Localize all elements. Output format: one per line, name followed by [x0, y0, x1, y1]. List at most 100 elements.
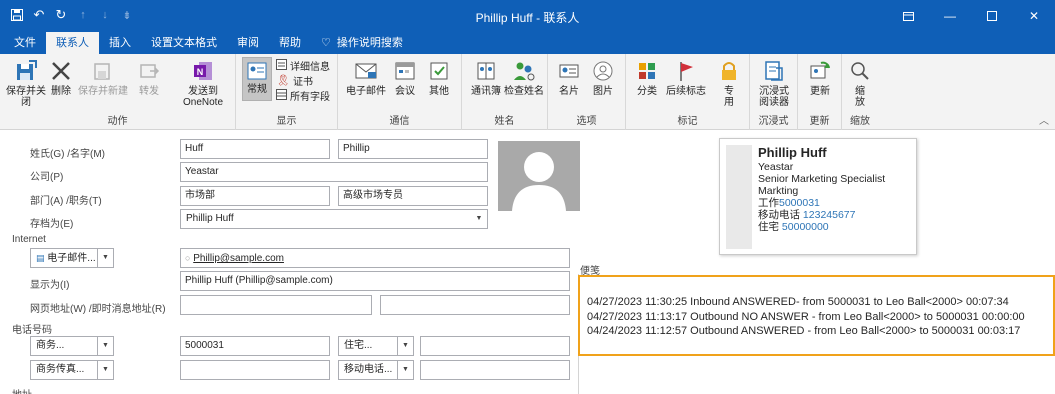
- immersive-reader-button[interactable]: 沉浸式阅读器: [754, 58, 794, 108]
- address-section-label: 地址: [12, 386, 32, 394]
- meeting-icon: [391, 58, 419, 84]
- more-icon: [425, 58, 453, 84]
- phone4-field[interactable]: [420, 360, 570, 380]
- window-controls: — ✕: [887, 0, 1055, 32]
- onenote-icon: N: [189, 58, 217, 84]
- email-field[interactable]: ○ Phillip@sample.com: [180, 248, 570, 268]
- tell-me-search[interactable]: ♡ 操作说明搜索: [311, 33, 413, 54]
- update-icon: [806, 58, 834, 84]
- phone4-type-value: 移动电话...: [344, 364, 393, 375]
- file-as-dropdown[interactable]: Phillip Huff ▼: [180, 209, 488, 229]
- general-icon: [243, 60, 271, 82]
- tab-help[interactable]: 帮助: [269, 33, 311, 54]
- group-label-immersive: 沉浸式: [758, 116, 789, 127]
- group-label-tags: 标记: [677, 116, 698, 127]
- send-to-onenote-button[interactable]: N 发送到 OneNote: [178, 58, 228, 108]
- chevron-down-icon: ▼: [397, 361, 413, 379]
- check-names-icon: [510, 58, 538, 84]
- update-button[interactable]: 更新: [804, 58, 836, 97]
- close-icon[interactable]: ✕: [1013, 0, 1055, 32]
- file-as-label: 存档为(E): [30, 219, 74, 230]
- certificates-button[interactable]: 🎗 证书: [276, 73, 313, 88]
- first-name-field[interactable]: Phillip: [338, 139, 488, 159]
- phone4-type-dropdown[interactable]: 移动电话... ▼: [338, 360, 414, 380]
- details-label: 详细信息: [290, 62, 330, 73]
- group-label-update: 更新: [809, 116, 830, 127]
- meeting-button[interactable]: 会议: [390, 58, 420, 97]
- minimize-icon[interactable]: —: [929, 0, 971, 32]
- maximize-icon[interactable]: [971, 0, 1013, 32]
- tab-insert[interactable]: 插入: [99, 33, 141, 54]
- internet-section-label: Internet: [12, 234, 46, 245]
- phone2-type-dropdown[interactable]: 住宅... ▼: [338, 336, 414, 356]
- more-button[interactable]: 其他: [424, 58, 454, 97]
- card-mobile-value: 123245677: [802, 209, 856, 221]
- picture-button[interactable]: 图片: [588, 58, 618, 97]
- email-type-dropdown[interactable]: ▤ 电子邮件... ▼: [30, 248, 114, 268]
- web-page-field[interactable]: [180, 295, 372, 315]
- phone2-field[interactable]: [420, 336, 570, 356]
- group-label-zoom: 缩放: [850, 116, 870, 127]
- name-label: 姓氏(G) /名字(M): [30, 149, 105, 160]
- details-button[interactable]: 详细信息: [276, 58, 330, 73]
- address-book-button[interactable]: 通讯簿: [468, 58, 504, 97]
- immersive-reader-label: 沉浸式阅读器: [759, 86, 789, 108]
- ribbon-tabs: 文件 联系人 插入 设置文本格式 审阅 帮助 ♡ 操作说明搜索: [0, 32, 1055, 54]
- general-label: 常规: [247, 84, 267, 95]
- address-book-icon: [472, 58, 500, 84]
- email-button[interactable]: 电子邮件: [344, 58, 388, 97]
- categorize-label: 分类: [637, 86, 657, 97]
- categorize-icon: [633, 58, 661, 84]
- notes-textbox[interactable]: 04/27/2023 11:30:25 Inbound ANSWERED- fr…: [578, 275, 1055, 356]
- display-as-field[interactable]: Phillip Huff (Phillip@sample.com): [180, 271, 570, 291]
- tab-format-text[interactable]: 设置文本格式: [141, 33, 227, 54]
- chevron-down-icon: ▼: [97, 361, 113, 379]
- certificates-label: 证书: [292, 77, 313, 88]
- save-new-button[interactable]: 保存并新建: [78, 58, 128, 97]
- im-address-field[interactable]: [380, 295, 570, 315]
- delete-button[interactable]: 删除: [48, 58, 74, 97]
- group-names: 通讯簿 检查姓名 姓名: [462, 54, 548, 130]
- ribbon-display-icon[interactable]: [887, 0, 929, 32]
- private-label: 专用: [724, 86, 734, 108]
- all-fields-button[interactable]: 所有字段: [276, 88, 330, 103]
- all-fields-label: 所有字段: [290, 92, 330, 103]
- phone1-type-value: 商务...: [36, 340, 65, 351]
- phone1-type-dropdown[interactable]: 商务... ▼: [30, 336, 114, 356]
- forward-button[interactable]: 转发: [134, 58, 164, 97]
- delete-label: 删除: [51, 86, 71, 97]
- collapse-ribbon-icon[interactable]: ︿: [1039, 112, 1049, 127]
- phone3-field[interactable]: [180, 360, 330, 380]
- follow-up-button[interactable]: 后续标志: [664, 58, 708, 97]
- tab-review[interactable]: 审阅: [227, 33, 269, 54]
- company-field[interactable]: Yeastar: [180, 162, 488, 182]
- card-mobile-label: 移动电话: [758, 209, 800, 221]
- tab-contact[interactable]: 联系人: [46, 32, 99, 54]
- zoom-button[interactable]: 缩放: [846, 58, 874, 108]
- card-home-phone: 住宅 50000000: [758, 221, 885, 233]
- card-home-label: 住宅: [758, 221, 779, 233]
- contact-photo[interactable]: [498, 141, 580, 211]
- check-names-button[interactable]: 检查姓名: [502, 58, 546, 97]
- private-button[interactable]: 专用: [714, 58, 744, 108]
- categorize-button[interactable]: 分类: [634, 58, 660, 97]
- onenote-label-1: 发送到: [188, 86, 218, 97]
- business-card-button[interactable]: 名片: [554, 58, 584, 97]
- group-label-show: 显示: [276, 116, 297, 127]
- card-work-phone: 工作5000031: [758, 197, 885, 209]
- group-tags: 分类 后续标志 专用 标记: [626, 54, 750, 130]
- general-button[interactable]: 常规: [242, 57, 272, 101]
- phone-section-label: 电话号码: [12, 325, 52, 336]
- card-department: Markting: [758, 185, 799, 197]
- business-card-preview[interactable]: Phillip Huff Yeastar Senior Marketing Sp…: [719, 138, 917, 255]
- tab-file[interactable]: 文件: [4, 33, 46, 54]
- phone3-type-dropdown[interactable]: 商务传真... ▼: [30, 360, 114, 380]
- last-name-field[interactable]: Huff: [180, 139, 330, 159]
- job-title-field[interactable]: 高级市场专员: [338, 186, 488, 206]
- department-field[interactable]: 市场部: [180, 186, 330, 206]
- phone1-field[interactable]: 5000031: [180, 336, 330, 356]
- ribbon: 保存并关闭 删除 保存并新建 转发 N 发送到 OneNote 动作 常规 详细…: [0, 54, 1055, 130]
- save-close-button[interactable]: 保存并关闭: [4, 58, 48, 108]
- phone2-type-value: 住宅...: [344, 340, 373, 351]
- notes-line: 04/27/2023 11:13:17 Outbound NO ANSWER -…: [587, 310, 1025, 323]
